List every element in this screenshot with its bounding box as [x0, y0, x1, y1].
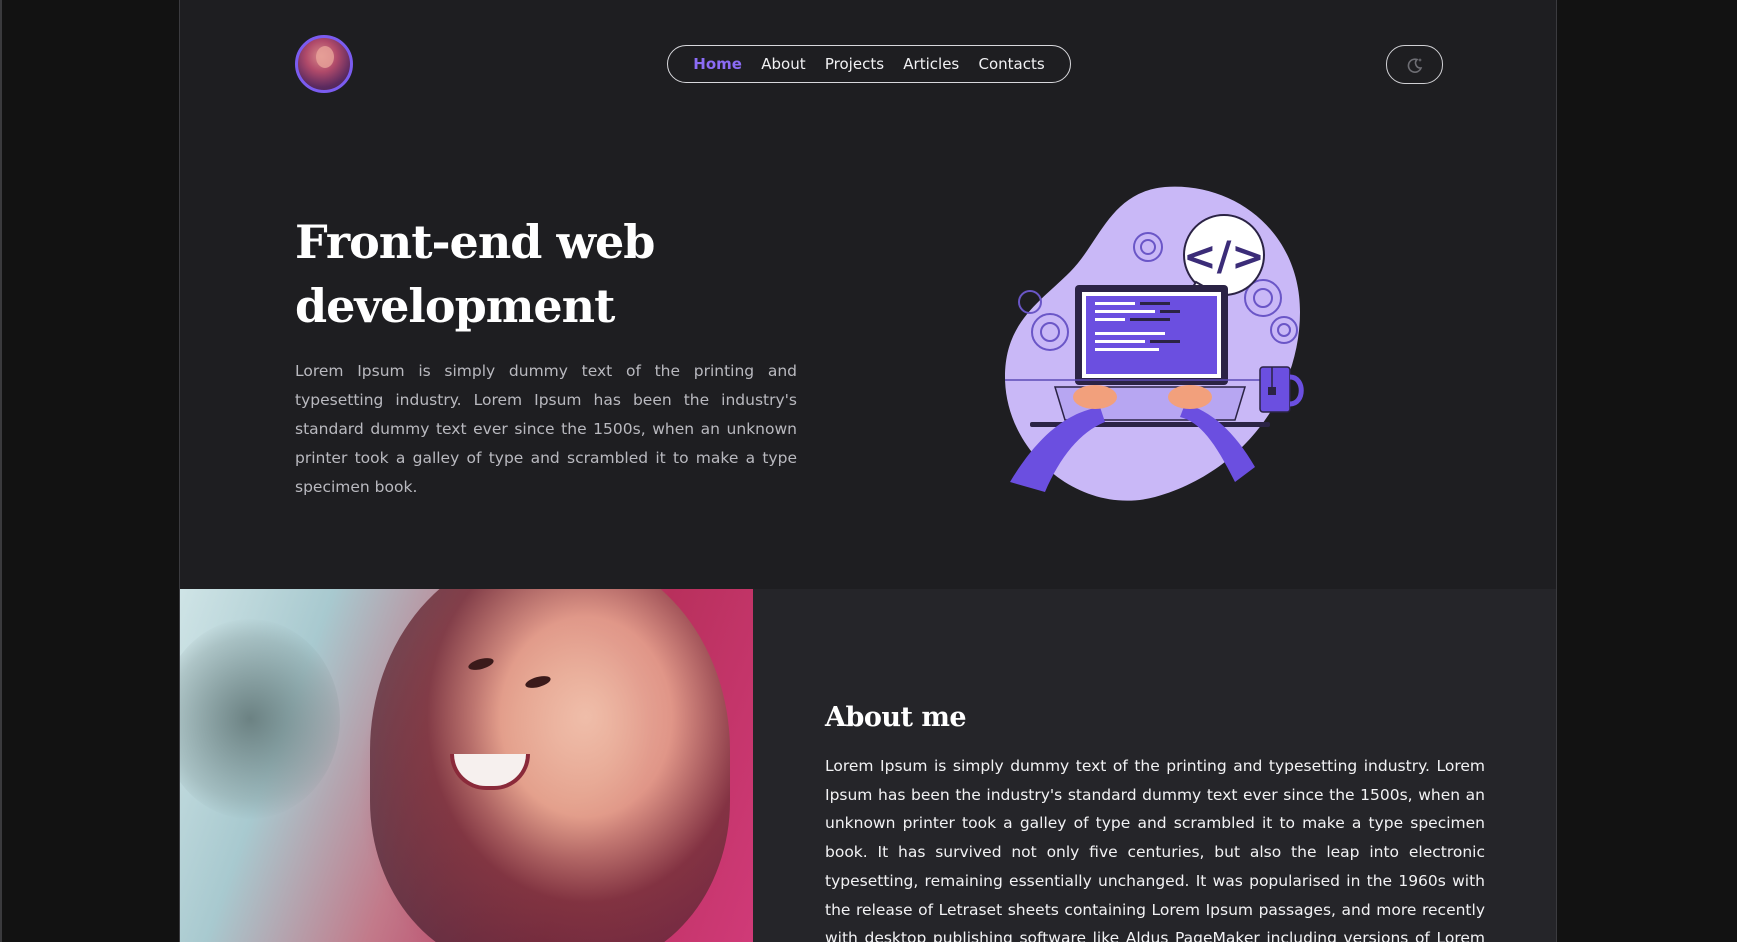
window-edge [0, 0, 2, 942]
moon-icon [1407, 57, 1422, 73]
nav-home[interactable]: Home [693, 55, 742, 73]
nav-about[interactable]: About [761, 55, 805, 73]
main-nav: Home About Projects Articles Contacts [667, 45, 1071, 83]
avatar[interactable] [295, 35, 353, 93]
hero-description: Lorem Ipsum is simply dummy text of the … [295, 362, 797, 496]
about-description: Lorem Ipsum is simply dummy text of the … [825, 757, 1485, 942]
developer-laptop-illustration: </> [1005, 186, 1304, 501]
page: Home About Projects Articles Contacts Fr… [179, 0, 1557, 942]
nav-projects[interactable]: Projects [825, 55, 884, 73]
about-title: About me [825, 702, 967, 733]
theme-toggle-button[interactable] [1386, 45, 1443, 84]
hero-title: Front-end web development [295, 210, 855, 338]
nav-articles[interactable]: Articles [903, 55, 959, 73]
profile-photo [180, 589, 753, 942]
svg-text:</>: </> [1183, 234, 1265, 280]
hero-title-line2: development [295, 279, 615, 333]
hero-title-line1: Front-end web [295, 215, 655, 269]
nav-contacts[interactable]: Contacts [979, 55, 1045, 73]
about-section: About me Lorem Ipsum is simply dummy tex… [180, 589, 1556, 942]
